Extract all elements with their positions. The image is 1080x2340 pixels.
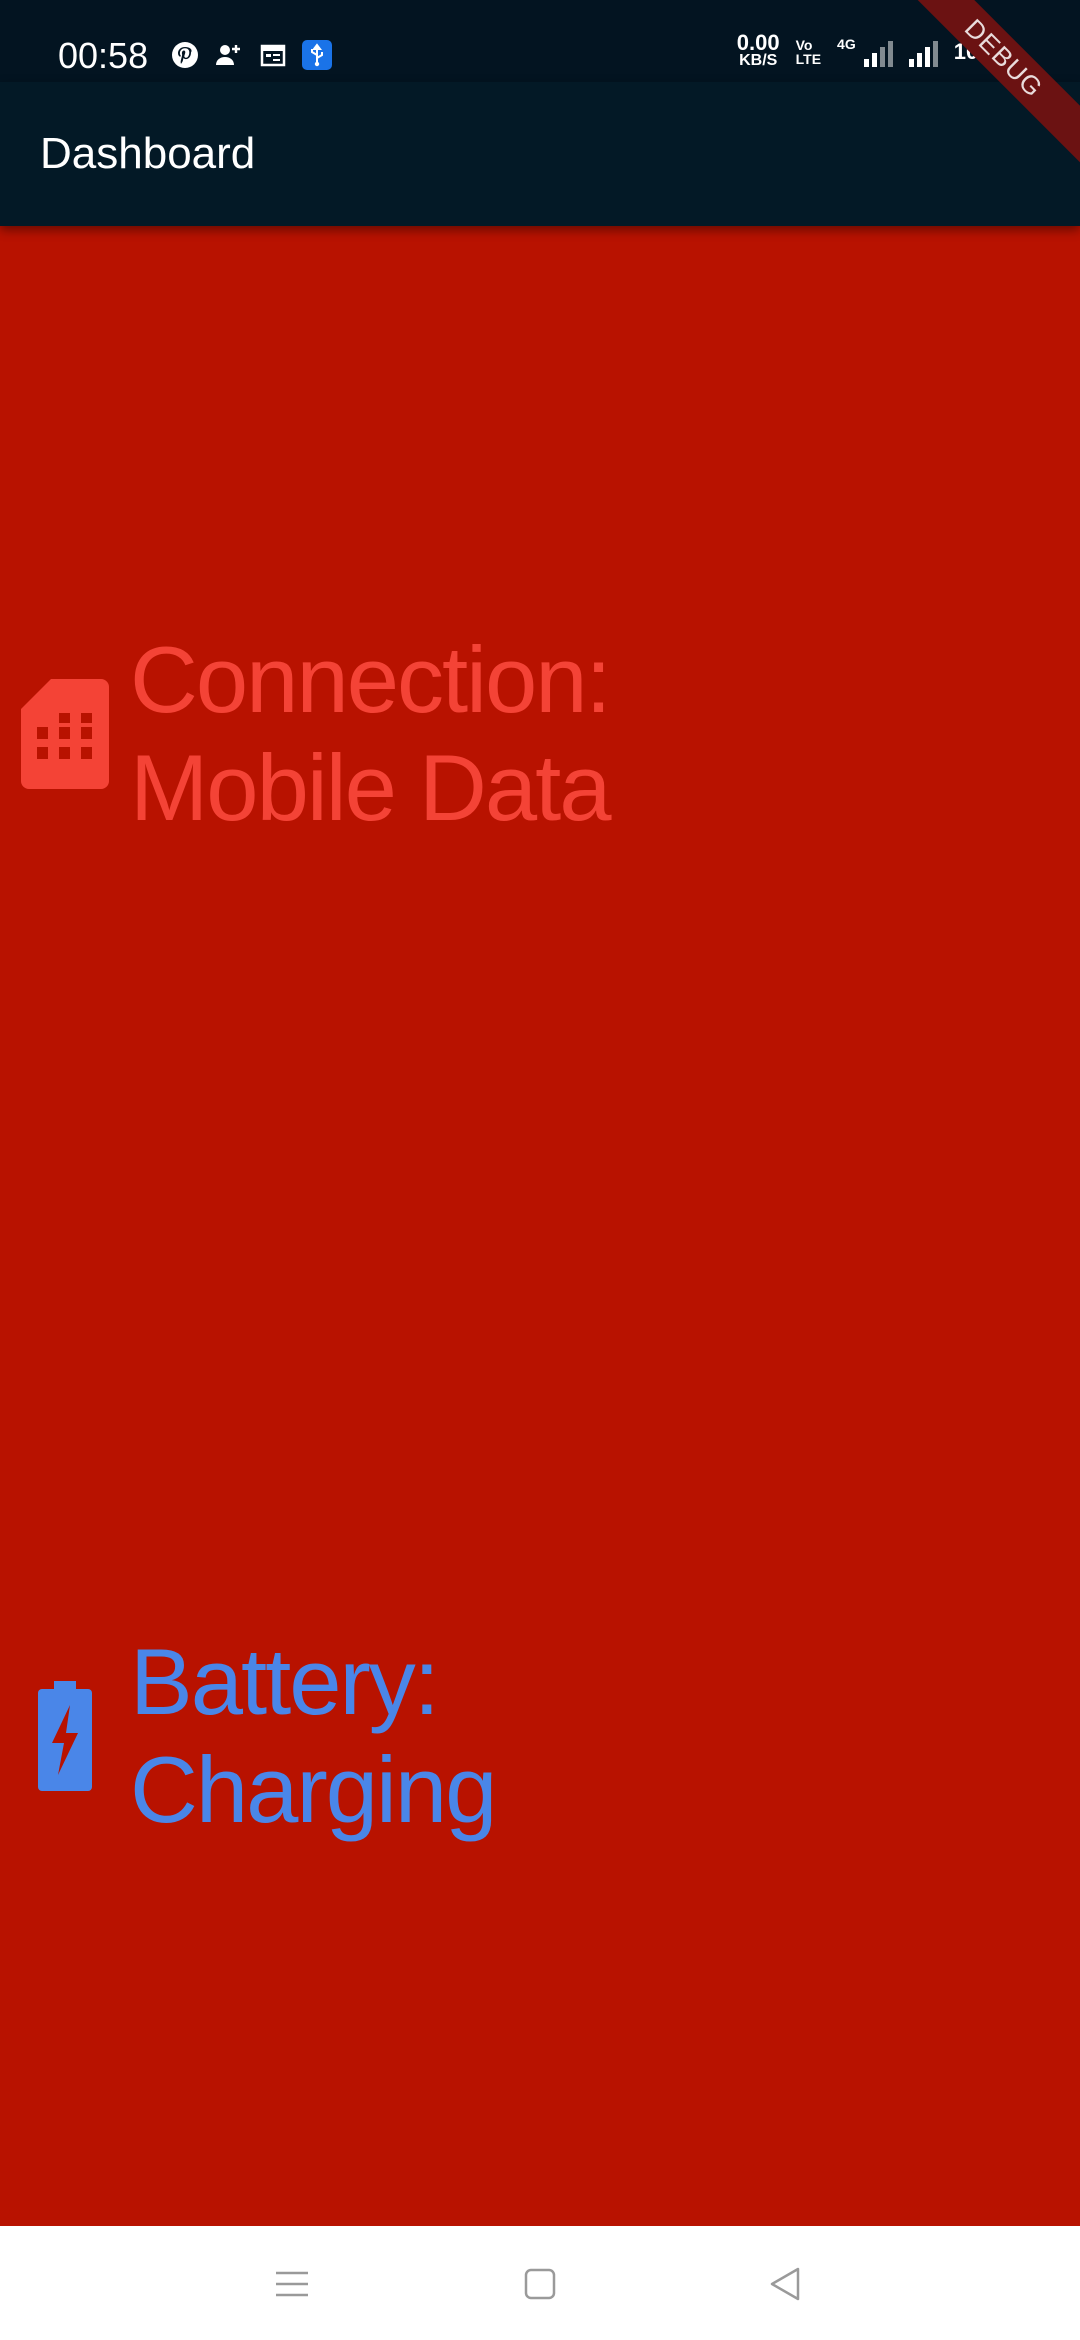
home-icon[interactable]: [510, 2254, 570, 2314]
network-type: 4G: [837, 36, 856, 52]
network-speed-unit: KB/S: [739, 52, 778, 69]
add-person-icon: [214, 40, 244, 70]
signal-strength-icon: [863, 37, 893, 67]
battery-label: Battery:: [130, 1629, 440, 1734]
battery-status-row: Battery: Charging: [0, 1628, 497, 1844]
usb-icon: [302, 40, 332, 70]
menu-icon[interactable]: [262, 2254, 322, 2314]
sim-card-icon: [0, 654, 130, 814]
calendar-icon: [258, 40, 288, 70]
battery-value: Charging: [130, 1737, 497, 1842]
volte-indicator: Vo LTE: [796, 38, 821, 66]
battery-text: Battery: Charging: [130, 1628, 497, 1844]
signal-strength-icon-2: [908, 37, 938, 67]
battery-charging-icon: [0, 1656, 130, 1816]
connection-label: Connection:: [130, 627, 612, 732]
volte-top: Vo: [795, 37, 813, 53]
volte-bottom: LTE: [795, 51, 822, 67]
connection-status-row: Connection: Mobile Data: [0, 626, 612, 842]
system-navigation-bar: [0, 2226, 1080, 2340]
app-bar: Dashboard: [0, 82, 1080, 226]
back-icon[interactable]: [756, 2254, 816, 2314]
status-bar: 00:58 0.00 KB/S Vo LTE 4G: [0, 0, 1080, 82]
notification-icons: [170, 40, 332, 70]
page-title: Dashboard: [40, 129, 256, 178]
status-time: 00:58: [58, 35, 149, 76]
network-speed: 0.00 KB/S: [736, 30, 780, 70]
connection-text: Connection: Mobile Data: [130, 626, 612, 842]
network-speed-value: 0.00: [736, 30, 780, 55]
connection-value: Mobile Data: [130, 735, 612, 840]
pinterest-icon: [170, 40, 200, 70]
